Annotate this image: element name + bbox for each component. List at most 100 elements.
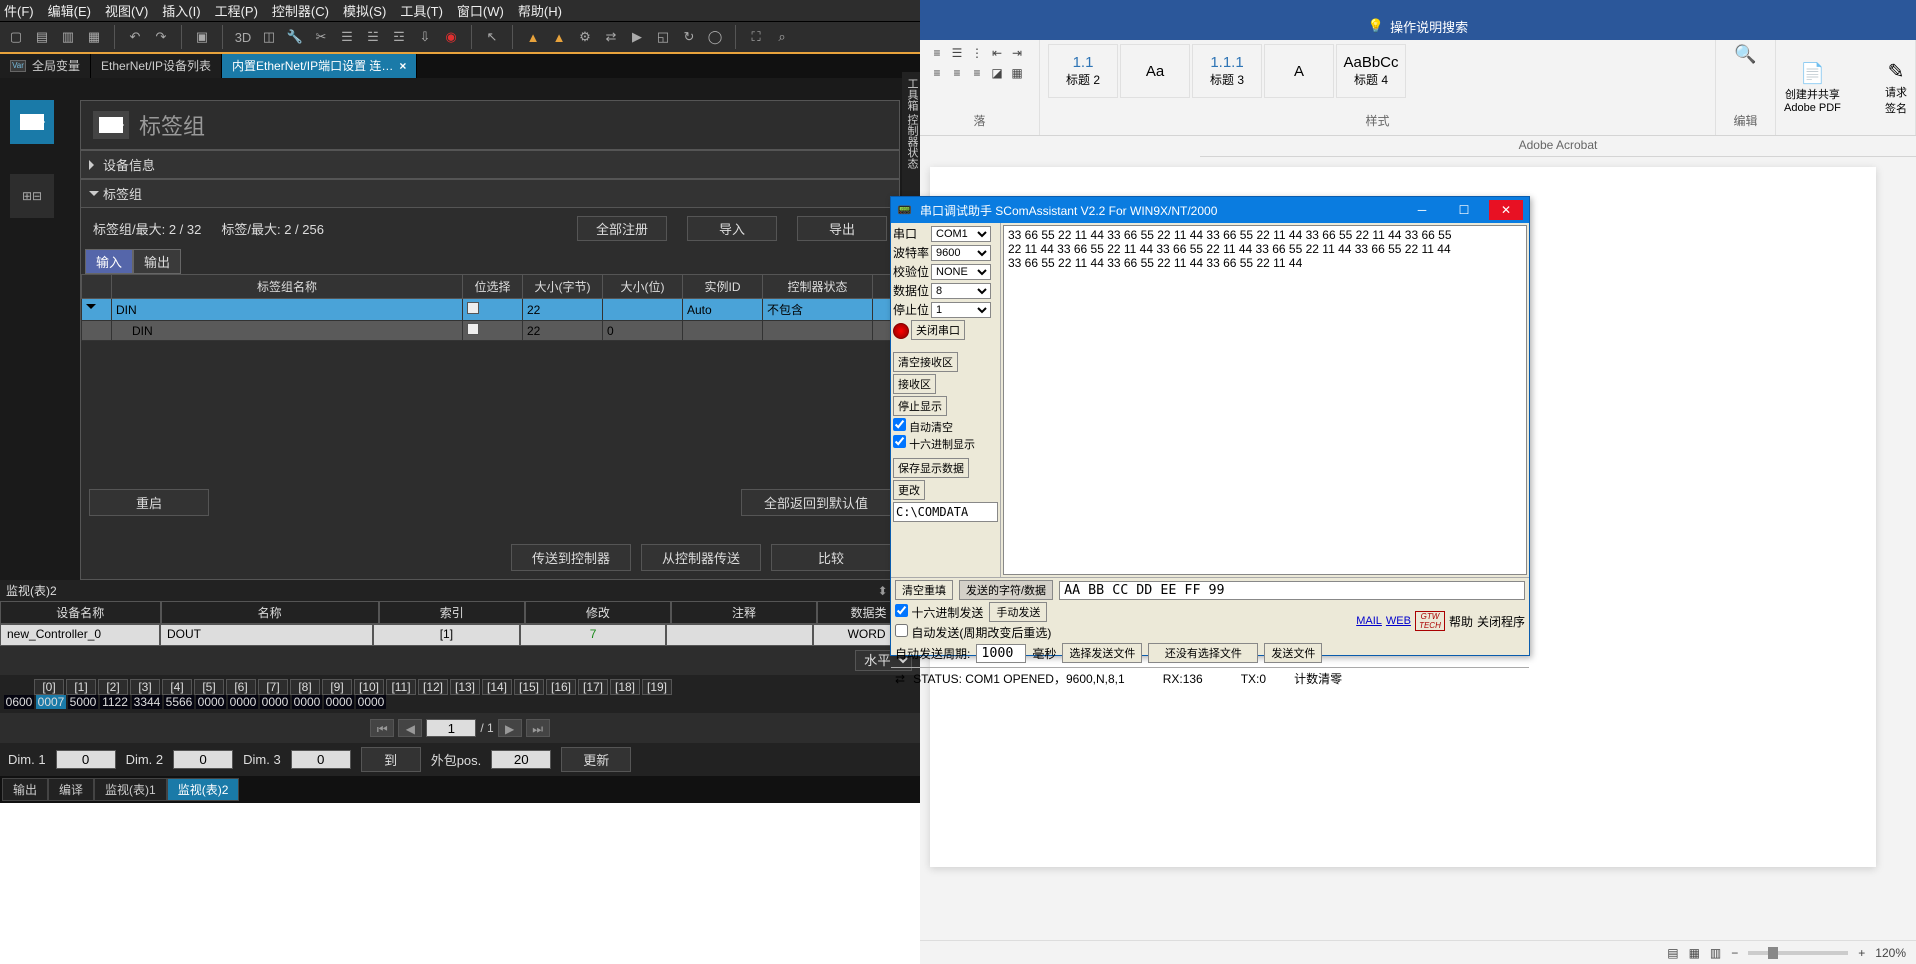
view-print-icon[interactable]: ▦ xyxy=(1689,946,1700,960)
numbering-icon[interactable]: ☰ xyxy=(948,44,966,62)
autoclear-checkbox[interactable] xyxy=(893,418,906,431)
web-link[interactable]: WEB xyxy=(1386,615,1411,627)
first-page-button[interactable]: ⏮ xyxy=(370,719,394,737)
col-instance[interactable]: 实例ID xyxy=(683,275,763,299)
col-controller[interactable]: 控制器状态 xyxy=(763,275,873,299)
dim1-input[interactable] xyxy=(56,750,116,769)
pos-input[interactable] xyxy=(491,750,551,769)
download-icon[interactable]: ⇩ xyxy=(413,25,437,49)
next-page-button[interactable]: ▶ xyxy=(498,719,522,737)
period-input[interactable] xyxy=(976,644,1026,663)
fill-icon[interactable]: ◪ xyxy=(988,64,1006,82)
btab-output[interactable]: 输出 xyxy=(2,778,48,801)
tag-group-header[interactable]: 标签组 xyxy=(81,179,899,208)
reset-count-button[interactable]: 计数清零 xyxy=(1294,670,1342,687)
gear-icon[interactable]: ⚙ xyxy=(573,25,597,49)
menu-project[interactable]: 工程(P) xyxy=(215,1,258,20)
pin-icon[interactable]: ⬍ xyxy=(878,584,888,598)
table-row[interactable]: DIN 22 0 xyxy=(82,321,899,341)
checkbox[interactable] xyxy=(467,323,479,335)
choose-file-button[interactable]: 选择发送文件 xyxy=(1062,643,1142,663)
close-button[interactable]: ✕ xyxy=(1489,200,1523,220)
scom-titlebar[interactable]: 📟 串口调试助手 SComAssistant V2.2 For WIN9X/NT… xyxy=(891,197,1529,223)
menu-view[interactable]: 视图(V) xyxy=(105,1,148,20)
style-heading2[interactable]: 1.1标题 2 xyxy=(1048,44,1118,98)
style-gallery[interactable]: 1.1标题 2 Aa 1.1.1标题 3 A AaBbCc标题 4 xyxy=(1048,44,1707,98)
nav-connections[interactable]: ⊞⊟ xyxy=(10,174,54,218)
dim3-input[interactable] xyxy=(291,750,351,769)
cut-icon[interactable]: ✂ xyxy=(309,25,333,49)
saveall-icon[interactable]: ▦ xyxy=(82,25,106,49)
change-path-button[interactable]: 更改 xyxy=(893,480,925,500)
list2-icon[interactable]: ☱ xyxy=(361,25,385,49)
wrench-icon[interactable]: 🔧 xyxy=(283,25,307,49)
view-web-icon[interactable]: ▥ xyxy=(1710,946,1721,960)
parity-select[interactable]: NONE xyxy=(931,264,991,280)
print-icon[interactable]: ▣ xyxy=(190,25,214,49)
signature-icon[interactable]: ✎ xyxy=(1885,59,1907,84)
clear-fill-button[interactable]: 清空重填 xyxy=(895,580,953,600)
send-file-button[interactable]: 发送文件 xyxy=(1264,643,1322,663)
btab-watch2[interactable]: 监视(表)2 xyxy=(167,778,240,801)
stopbits-select[interactable]: 1 xyxy=(931,302,991,318)
indent-dec-icon[interactable]: ⇤ xyxy=(988,44,1006,62)
undo-icon[interactable]: ↶ xyxy=(123,25,147,49)
pdf-icon[interactable]: 📄 xyxy=(1784,61,1841,86)
port-select[interactable]: COM1 xyxy=(931,226,991,242)
wcol-device[interactable]: 设备名称 xyxy=(0,601,161,624)
maximize-button[interactable]: ☐ xyxy=(1447,200,1481,220)
warn1-icon[interactable]: ▲ xyxy=(521,25,545,49)
circle-icon[interactable]: ◯ xyxy=(703,25,727,49)
zoom-slider[interactable] xyxy=(1748,951,1848,955)
menu-tools[interactable]: 工具(T) xyxy=(400,1,443,20)
device-info-header[interactable]: 设备信息 xyxy=(81,150,899,179)
view-read-icon[interactable]: ▤ xyxy=(1667,946,1678,960)
tab-eip-devices[interactable]: EtherNet/IP设备列表 xyxy=(91,54,222,78)
subtab-input[interactable]: 输入 xyxy=(85,249,133,274)
export-button[interactable]: 导出 xyxy=(797,216,887,241)
manual-send-button[interactable]: 手动发送 xyxy=(989,602,1047,622)
menu-edit[interactable]: 编辑(E) xyxy=(48,1,91,20)
save-data-button[interactable]: 保存显示数据 xyxy=(893,458,969,478)
style-normal[interactable]: Aa xyxy=(1120,44,1190,98)
menu-file[interactable]: 件(F) xyxy=(4,1,34,20)
col-bits[interactable]: 大小(位) xyxy=(603,275,683,299)
menu-simulate[interactable]: 模拟(S) xyxy=(343,1,386,20)
recv-controller-button[interactable]: 从控制器传送 xyxy=(641,544,761,571)
help-button[interactable]: 帮助 xyxy=(1449,613,1473,630)
update-button[interactable]: 更新 xyxy=(561,747,631,772)
align-right-icon[interactable]: ≡ xyxy=(968,64,986,82)
list1-icon[interactable]: ☰ xyxy=(335,25,359,49)
open-icon[interactable]: ▤ xyxy=(30,25,54,49)
send-controller-button[interactable]: 传送到控制器 xyxy=(511,544,631,571)
menu-help[interactable]: 帮助(H) xyxy=(518,1,562,20)
databits-select[interactable]: 8 xyxy=(931,283,991,299)
list3-icon[interactable]: ☲ xyxy=(387,25,411,49)
wcol-name[interactable]: 名称 xyxy=(161,601,379,624)
tab-global-vars[interactable]: Var全局变量 xyxy=(0,54,91,78)
align-left-icon[interactable]: ≡ xyxy=(928,64,946,82)
crop-icon[interactable]: ⛶ xyxy=(744,25,768,49)
play-icon[interactable]: ▶ xyxy=(625,25,649,49)
cursor-icon[interactable]: ↖ xyxy=(480,25,504,49)
wcol-comment[interactable]: 注释 xyxy=(671,601,817,624)
import-button[interactable]: 导入 xyxy=(687,216,777,241)
style-normal2[interactable]: A xyxy=(1264,44,1334,98)
warn2-icon[interactable]: ▲ xyxy=(547,25,571,49)
style-heading3[interactable]: 1.1.1标题 3 xyxy=(1192,44,1262,98)
style-heading4[interactable]: AaBbCc标题 4 xyxy=(1336,44,1406,98)
modify-value[interactable]: 7 xyxy=(520,624,667,646)
zoom-label[interactable]: 120% xyxy=(1875,946,1906,960)
return-default-button[interactable]: 全部返回到默认值 xyxy=(741,489,891,516)
menu-window[interactable]: 窗口(W) xyxy=(457,1,504,20)
align-center-icon[interactable]: ≡ xyxy=(948,64,966,82)
stop-icon[interactable]: ◉ xyxy=(439,25,463,49)
clear-rx-button[interactable]: 清空接收区 xyxy=(893,352,958,372)
btab-watch1[interactable]: 监视(表)1 xyxy=(94,778,167,801)
mail-link[interactable]: MAIL xyxy=(1356,615,1382,627)
close-icon[interactable]: × xyxy=(399,54,406,78)
compare-button[interactable]: 比较 xyxy=(771,544,891,571)
redo-icon[interactable]: ↷ xyxy=(149,25,173,49)
minimize-button[interactable]: ─ xyxy=(1405,200,1439,220)
watch-row[interactable]: new_Controller_0 DOUT [1] 7 WORD xyxy=(0,624,920,646)
